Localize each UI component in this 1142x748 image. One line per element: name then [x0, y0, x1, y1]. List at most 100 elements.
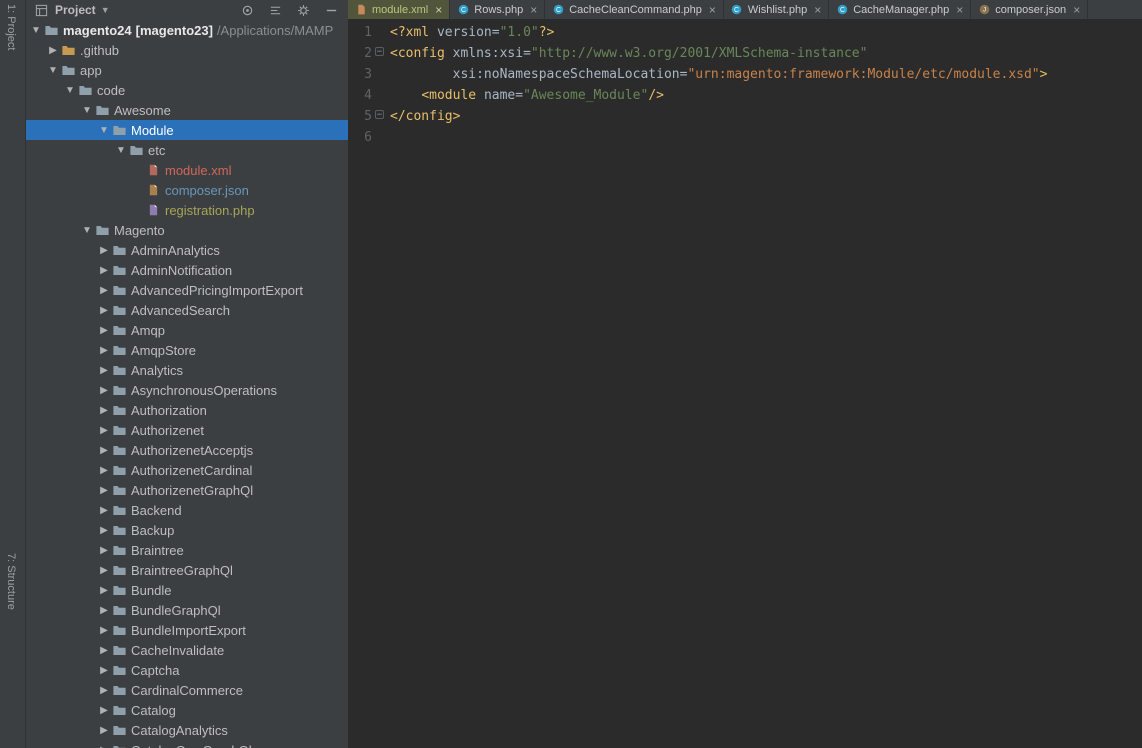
chevron-right-icon[interactable]: ▶ [98, 385, 110, 396]
tree-item-label: Backend [131, 503, 182, 518]
php-file-icon: C [836, 4, 848, 16]
locate-file-icon[interactable] [240, 3, 254, 17]
tree-item-folder[interactable]: ▼Module [26, 120, 348, 140]
tree-item-folder[interactable]: ▼code [26, 80, 348, 100]
chevron-right-icon[interactable]: ▶ [98, 605, 110, 616]
tree-item-folder[interactable]: ▶ Analytics [26, 360, 348, 380]
editor-tab[interactable]: CWishlist.php× [724, 0, 829, 19]
tree-item-folder[interactable]: ▶BundleImportExport [26, 620, 348, 640]
tree-item-folder[interactable]: ▼etc [26, 140, 348, 160]
chevron-right-icon[interactable]: ▶ [98, 745, 110, 748]
tree-item-folder[interactable]: ▶AuthorizenetGraphQl [26, 480, 348, 500]
chevron-down-icon[interactable]: ▼ [115, 145, 127, 156]
chevron-right-icon[interactable]: ▶ [98, 545, 110, 556]
tool-button-structure[interactable]: 7: Structure [5, 553, 17, 610]
chevron-down-icon[interactable]: ▼ [101, 5, 110, 15]
collapse-all-icon[interactable] [268, 3, 282, 17]
tree-item-folder[interactable]: ▶AuthorizenetAcceptjs [26, 440, 348, 460]
chevron-right-icon[interactable]: ▶ [98, 705, 110, 716]
chevron-right-icon[interactable]: ▶ [98, 345, 110, 356]
tree-item-folder[interactable]: ▶Braintree [26, 540, 348, 560]
chevron-right-icon[interactable]: ▶ [98, 445, 110, 456]
chevron-down-icon[interactable]: ▼ [81, 225, 93, 236]
tree-item-folder[interactable]: ▼ Magento [26, 220, 348, 240]
chevron-right-icon[interactable]: ▶ [98, 365, 110, 376]
tree-item-folder[interactable]: ▶CardinalCommerce [26, 680, 348, 700]
tree-item-folder[interactable]: ▶Amqp [26, 320, 348, 340]
close-icon[interactable]: × [1073, 3, 1080, 17]
tree-item-label: Magento [114, 223, 165, 238]
tree-item-folder[interactable]: ▶CacheInvalidate [26, 640, 348, 660]
tree-item-folder[interactable]: ▶AsynchronousOperations [26, 380, 348, 400]
tree-item-folder[interactable]: ▶AdminAnalytics [26, 240, 348, 260]
tree-item-folder[interactable]: ▶AdvancedPricingImportExport [26, 280, 348, 300]
chevron-right-icon[interactable]: ▶ [98, 325, 110, 336]
close-icon[interactable]: × [530, 3, 537, 17]
chevron-down-icon[interactable]: ▼ [81, 105, 93, 116]
tree-item-folder[interactable]: ▶Backup [26, 520, 348, 540]
tree-item-folder[interactable]: ▶BundleGraphQl [26, 600, 348, 620]
hide-panel-icon[interactable] [324, 3, 338, 17]
chevron-right-icon[interactable]: ▶ [98, 725, 110, 736]
tree-item-folder[interactable]: ▶CatalogCmsGraphQl [26, 740, 348, 748]
tree-item-folder[interactable]: ▶AdminNotification [26, 260, 348, 280]
tree-item-folder[interactable]: ▼magento24 [magento23] /Applications/MAM… [26, 20, 348, 40]
chevron-right-icon[interactable]: ▶ [98, 485, 110, 496]
tree-item-folder[interactable]: ▶Authorizenet [26, 420, 348, 440]
tree-item-folder[interactable]: ▶.github [26, 40, 348, 60]
tree-item-folder[interactable]: ▶AmqpStore [26, 340, 348, 360]
editor-tab[interactable]: CRows.php× [450, 0, 545, 19]
tree-item-folder[interactable]: ▶AuthorizenetCardinal [26, 460, 348, 480]
tree-item-folder[interactable]: ▶Authorization [26, 400, 348, 420]
close-icon[interactable]: × [814, 3, 821, 17]
editor-tab[interactable]: module.xml× [348, 0, 450, 19]
tree-item-folder[interactable]: ▶BraintreeGraphQl [26, 560, 348, 580]
chevron-right-icon[interactable]: ▶ [47, 45, 59, 56]
editor-code[interactable]: <?xml version="1.0"?><config xmlns:xsi="… [374, 22, 1047, 148]
chevron-right-icon[interactable]: ▶ [98, 505, 110, 516]
close-icon[interactable]: × [709, 3, 716, 17]
close-icon[interactable]: × [435, 3, 442, 17]
chevron-right-icon[interactable]: ▶ [98, 645, 110, 656]
editor-tab[interactable]: CCacheCleanCommand.php× [545, 0, 724, 19]
chevron-down-icon[interactable]: ▼ [98, 125, 110, 136]
tree-item-folder[interactable]: ▼app [26, 60, 348, 80]
chevron-right-icon[interactable]: ▶ [98, 685, 110, 696]
chevron-right-icon[interactable]: ▶ [98, 425, 110, 436]
tree-item-file[interactable]: registration.php [26, 200, 348, 220]
tree-item-file[interactable]: module.xml [26, 160, 348, 180]
chevron-right-icon[interactable]: ▶ [98, 585, 110, 596]
tree-item-folder[interactable]: ▶Bundle [26, 580, 348, 600]
chevron-right-icon[interactable]: ▶ [98, 265, 110, 276]
chevron-down-icon[interactable]: ▼ [47, 65, 59, 76]
editor-tab[interactable]: CCacheManager.php× [829, 0, 971, 19]
fold-marker-icon[interactable]: − [375, 110, 384, 119]
tree-item-file[interactable]: composer.json [26, 180, 348, 200]
chevron-right-icon[interactable]: ▶ [98, 625, 110, 636]
chevron-right-icon[interactable]: ▶ [98, 305, 110, 316]
close-icon[interactable]: × [956, 3, 963, 17]
chevron-right-icon[interactable]: ▶ [98, 465, 110, 476]
tree-item-folder[interactable]: ▶ Backend [26, 500, 348, 520]
chevron-right-icon[interactable]: ▶ [98, 525, 110, 536]
fold-marker-icon[interactable]: − [375, 47, 384, 56]
chevron-right-icon[interactable]: ▶ [98, 405, 110, 416]
tree-item-folder[interactable]: ▶AdvancedSearch [26, 300, 348, 320]
chevron-right-icon[interactable]: ▶ [98, 285, 110, 296]
tree-item-folder[interactable]: ▶CatalogAnalytics [26, 720, 348, 740]
chevron-down-icon[interactable]: ▼ [30, 25, 42, 36]
chevron-right-icon[interactable]: ▶ [98, 245, 110, 256]
tree-item-folder[interactable]: ▼Awesome [26, 100, 348, 120]
chevron-right-icon[interactable]: ▶ [98, 665, 110, 676]
tree-item-folder[interactable]: ▶Captcha [26, 660, 348, 680]
chevron-down-icon[interactable]: ▼ [64, 85, 76, 96]
xml-file-icon [144, 163, 162, 177]
settings-gear-icon[interactable] [296, 3, 310, 17]
tree-item-folder[interactable]: ▶Catalog [26, 700, 348, 720]
editor-tab[interactable]: Jcomposer.json× [971, 0, 1088, 19]
editor-pane[interactable]: 12−345−6 <?xml version="1.0"?><config xm… [348, 19, 1142, 148]
tool-button-project[interactable]: 1: Project [5, 4, 17, 50]
tree-item-label: Analytics [131, 363, 183, 378]
project-panel-header[interactable]: Project ▼ [26, 0, 348, 20]
chevron-right-icon[interactable]: ▶ [98, 565, 110, 576]
